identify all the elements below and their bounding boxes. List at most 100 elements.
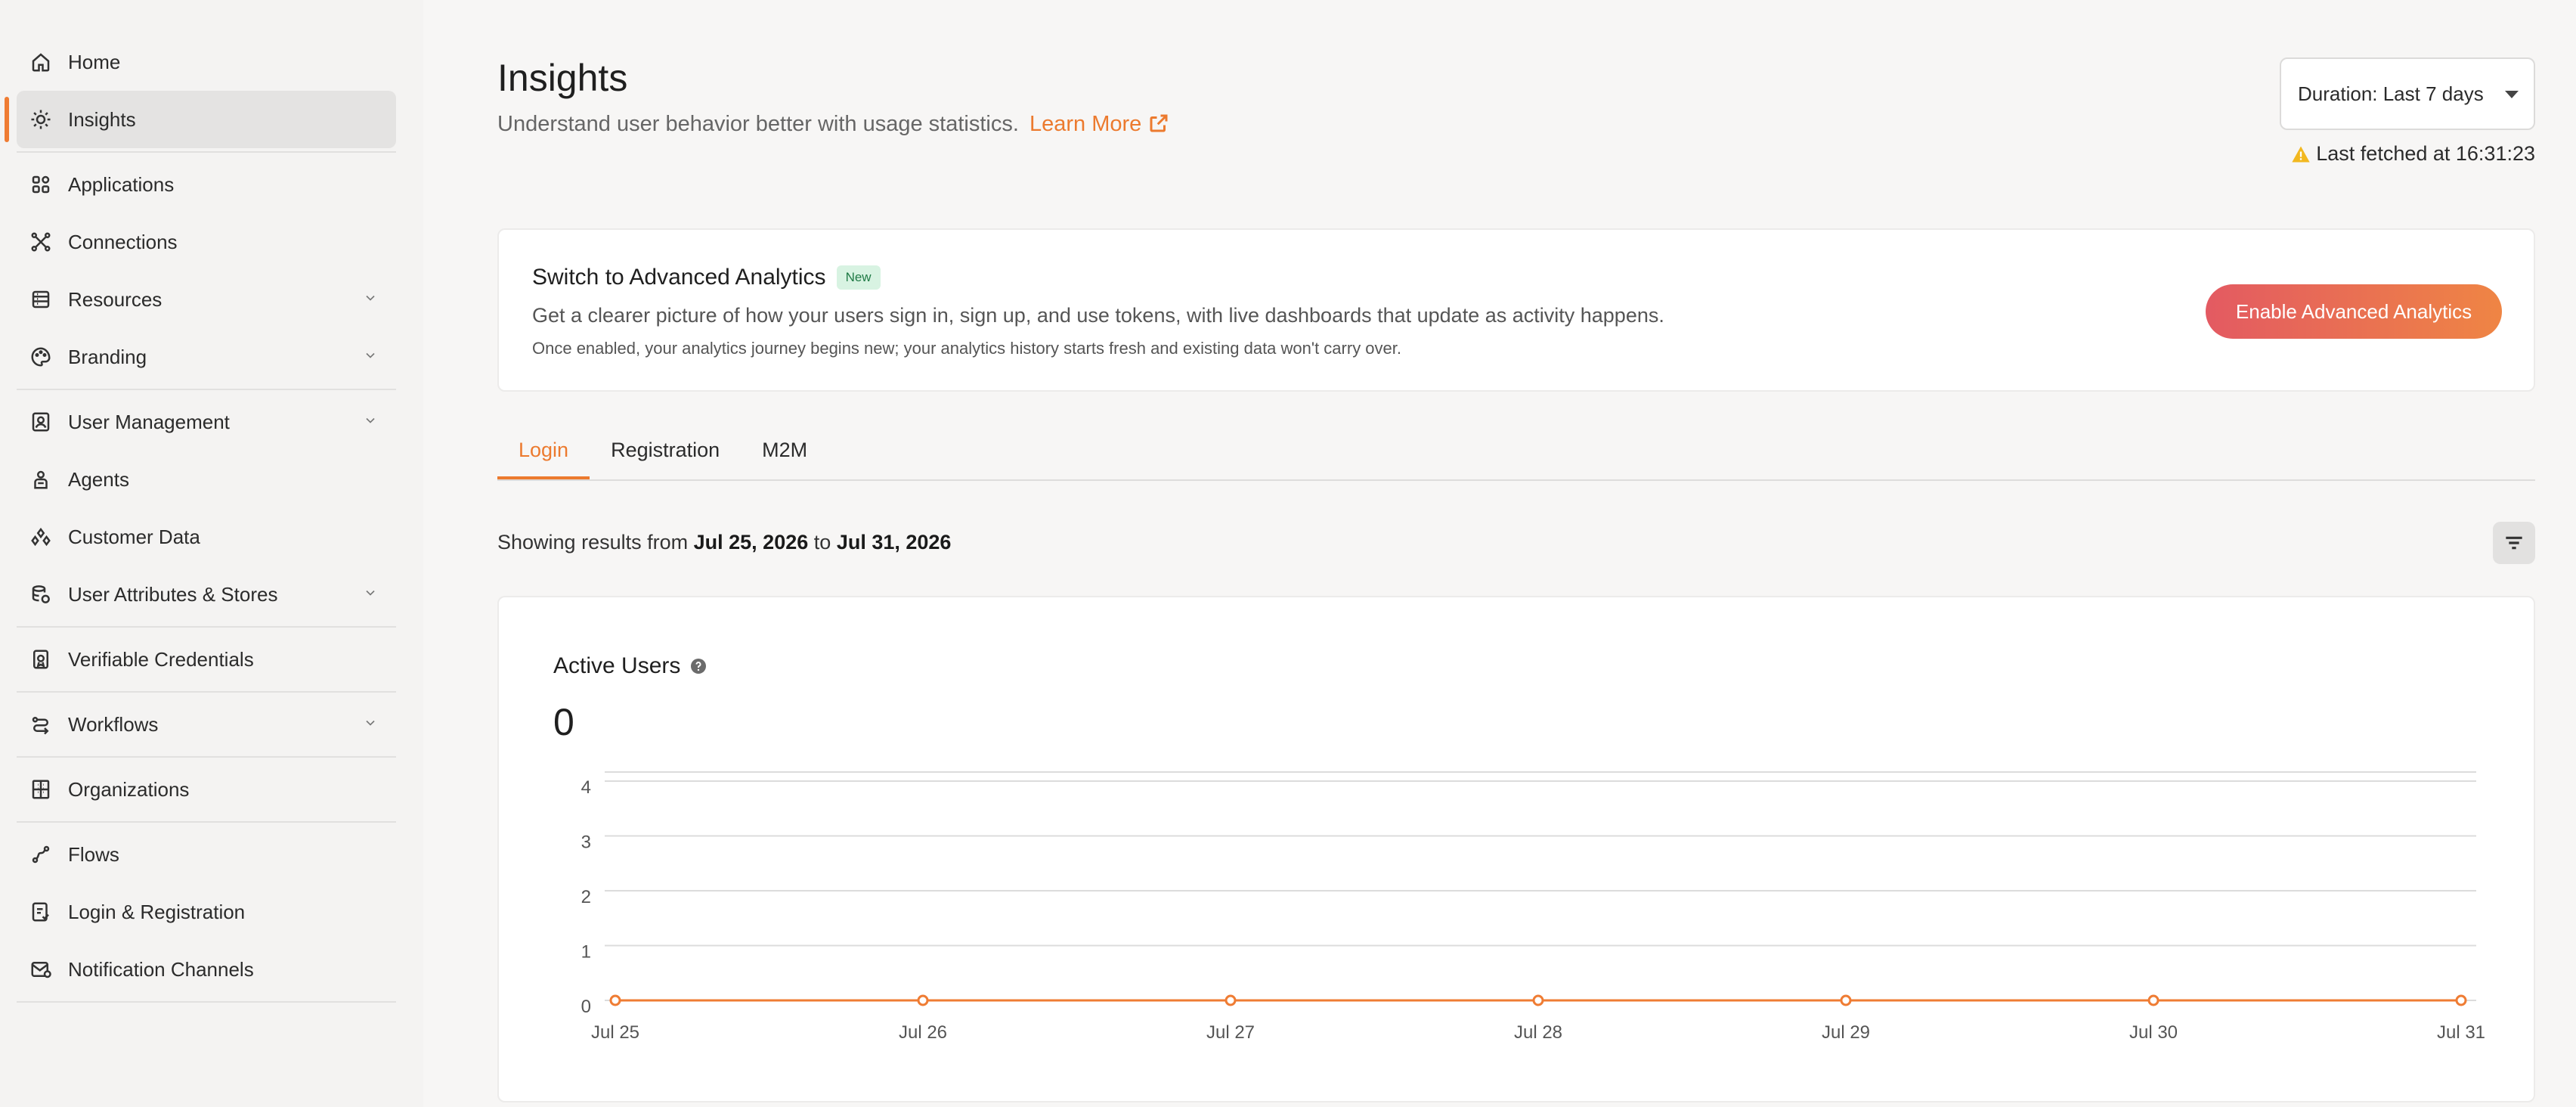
data-point (1225, 994, 1237, 1006)
sidebar-item-branding[interactable]: Branding (17, 328, 396, 386)
tab-m2m[interactable]: M2M (741, 423, 828, 479)
network-icon (29, 230, 53, 254)
sidebar-item-label: Insights (68, 107, 136, 131)
sidebar-item-resources[interactable]: Resources (17, 271, 396, 328)
chevron-down-icon[interactable] (363, 348, 381, 366)
chevron-down-icon[interactable] (363, 715, 381, 733)
sidebar-divider (17, 389, 396, 390)
chevron-down-icon[interactable] (363, 413, 381, 431)
chevron-down-icon[interactable] (363, 290, 381, 309)
banner-description: Get a clearer picture of how your users … (532, 304, 1664, 327)
sidebar-item-flows[interactable]: Flows (17, 826, 396, 883)
sidebar-item-home[interactable]: Home (17, 33, 396, 91)
sidebar-item-label: Branding (68, 345, 147, 368)
sidebar-item-label: Organizations (68, 777, 190, 801)
flow-icon (29, 842, 53, 867)
notification-icon (29, 957, 53, 981)
sidebar-divider (17, 626, 396, 628)
active-users-chart: 0 1 2 3 4 Jul 25 Jul 26 Jul 27 Jul 28 Jul 29 Jul 3… (581, 771, 2485, 1043)
database-icon (29, 582, 53, 606)
sidebar-divider (17, 821, 396, 823)
sidebar-divider (17, 151, 396, 153)
sidebar-item-customer-data[interactable]: Customer Data (17, 508, 396, 566)
main-content: Insights Understand user behavior better… (497, 0, 2535, 1107)
results-from-date: Jul 25, 2026 (693, 531, 809, 554)
workflow-icon (29, 712, 53, 736)
sidebar-item-applications[interactable]: Applications (17, 156, 396, 213)
sidebar-item-label: Connections (68, 230, 178, 253)
enable-advanced-analytics-button[interactable]: Enable Advanced Analytics (2206, 284, 2502, 339)
data-point (917, 994, 929, 1006)
sidebar-item-label: Verifiable Credentials (68, 647, 254, 671)
user-card-icon (29, 410, 53, 434)
duration-select[interactable]: Duration: Last 7 days (2280, 57, 2535, 130)
lightbulb-icon (29, 107, 53, 132)
x-tick-label: Jul 27 (1206, 1022, 1255, 1043)
y-tick-label: 0 (581, 997, 591, 1017)
sidebar-item-label: Workflows (68, 712, 159, 736)
y-tick-label: 4 (581, 777, 591, 798)
sidebar-item-login-and-registration[interactable]: Login & Registration (17, 883, 396, 941)
data-point (2455, 994, 2467, 1006)
x-tick-label: Jul 29 (1822, 1022, 1870, 1043)
sidebar-item-label: User Management (68, 410, 230, 433)
sidebar-item-connections[interactable]: Connections (17, 213, 396, 271)
page-subtitle: Understand user behavior better with usa… (497, 112, 1170, 137)
data-point (1840, 994, 1852, 1006)
sidebar-item-label: Applications (68, 172, 175, 196)
sidebar-item-insights[interactable]: Insights (5, 91, 396, 148)
sidebar-divider (17, 1001, 396, 1003)
tab-registration[interactable]: Registration (590, 423, 741, 479)
x-tick-label: Jul 26 (899, 1022, 947, 1043)
credential-icon (29, 647, 53, 671)
data-icon (29, 525, 53, 549)
last-fetched-text: Last fetched at 16:31:23 (2316, 142, 2535, 165)
tab-login[interactable]: Login (497, 423, 590, 479)
duration-value: Duration: Last 7 days (2298, 82, 2484, 105)
sidebar-item-organizations[interactable]: Organizations (17, 761, 396, 818)
y-tick-label: 1 (581, 942, 591, 963)
banner-title: Switch to Advanced Analytics New (532, 265, 881, 290)
data-point (1532, 994, 1544, 1006)
learn-more-link[interactable]: Learn More (1029, 112, 1170, 136)
page-title: Insights (497, 57, 628, 99)
filter-button[interactable] (2493, 522, 2535, 564)
sidebar-item-label: Login & Registration (68, 900, 246, 923)
sidebar-item-user-attributes-and-stores[interactable]: User Attributes & Stores (17, 566, 396, 623)
y-tick-label: 2 (581, 887, 591, 907)
building-icon (29, 777, 53, 802)
sidebar-item-agents[interactable]: Agents (17, 451, 396, 508)
sidebar-item-user-management[interactable]: User Management (17, 393, 396, 451)
chevron-down-icon[interactable] (363, 585, 381, 603)
sidebar-item-label: Notification Channels (68, 957, 254, 981)
grid-icon (29, 172, 53, 197)
y-tick-label: 3 (581, 833, 591, 853)
x-tick-label: Jul 25 (591, 1022, 639, 1043)
warning-icon (2292, 146, 2310, 162)
sidebar-item-label: User Attributes & Stores (68, 582, 278, 606)
sidebar-item-label: Flows (68, 842, 119, 866)
sidebar: Home Insights Applications Connections Resou… (0, 0, 423, 1107)
home-icon (29, 50, 53, 74)
server-icon (29, 287, 53, 312)
sidebar-item-verifiable-credentials[interactable]: Verifiable Credentials (17, 631, 396, 688)
sidebar-divider (17, 691, 396, 693)
sidebar-item-notification-channels[interactable]: Notification Channels (17, 941, 396, 998)
results-joiner: to (813, 531, 831, 554)
insights-tabs: Login Registration M2M (497, 423, 2535, 481)
login-icon (29, 900, 53, 924)
results-range: Showing results from Jul 25, 2026 to Jul… (497, 531, 951, 554)
advanced-analytics-banner: Switch to Advanced Analytics New Get a c… (497, 228, 2535, 392)
x-tick-label: Jul 31 (2437, 1022, 2485, 1043)
banner-title-text: Switch to Advanced Analytics (532, 265, 826, 290)
results-to-date: Jul 31, 2026 (836, 531, 952, 554)
sidebar-item-workflows[interactable]: Workflows (17, 696, 396, 753)
x-tick-label: Jul 30 (2129, 1022, 2178, 1043)
x-tick-label: Jul 28 (1514, 1022, 1562, 1043)
sidebar-item-label: Agents (68, 467, 129, 491)
active-users-card: Active Users 0 0 1 2 3 4 Jul 25 Jul 26 Jul 27 Ju… (497, 596, 2535, 1102)
sidebar-item-label: Home (68, 50, 121, 73)
agent-icon (29, 467, 53, 491)
results-prefix: Showing results from (497, 531, 689, 554)
caret-down-icon (2505, 91, 2519, 98)
